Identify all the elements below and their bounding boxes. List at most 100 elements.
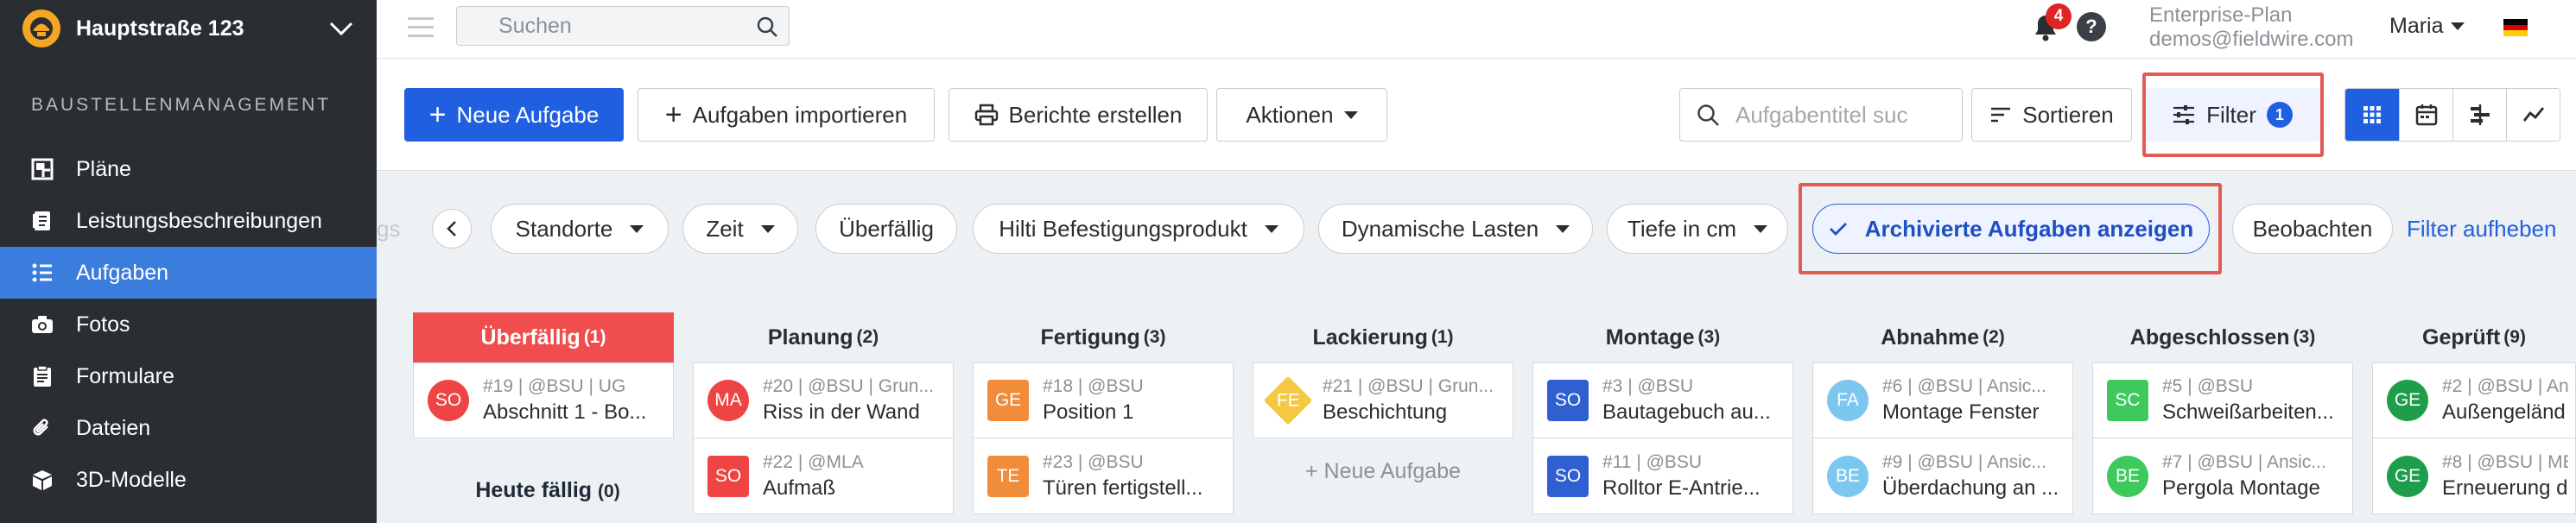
filter-chip-locations[interactable]: Standorte <box>491 204 669 254</box>
sidebar-item-photos[interactable]: Fotos <box>0 299 377 350</box>
project-name: Hauptstraße 123 <box>76 16 244 41</box>
menu-icon[interactable] <box>408 17 434 38</box>
column-header: Planung (2) <box>693 312 954 362</box>
filter-chip-depth[interactable]: Tiefe in cm <box>1607 204 1788 254</box>
task-meta: #7 | @BSU | Ansic... <box>2162 451 2326 472</box>
board-column-assembly: Montage (3) SO #3 | @BSU Bautagebuch au...… <box>1532 312 1793 514</box>
filter-chip-watch[interactable]: Beobachten <box>2232 204 2393 254</box>
plans-icon <box>31 158 54 180</box>
filter-chip-overdue[interactable]: Überfällig <box>815 204 957 254</box>
task-card[interactable]: GE #8 | @BSU | ME Erneuerung d <box>2372 438 2576 514</box>
sidebar-item-tasks[interactable]: Aufgaben <box>0 247 377 299</box>
create-reports-button[interactable]: Berichte erstellen <box>949 88 1208 142</box>
column-count: (9) <box>2503 327 2526 347</box>
chip-label: Zeit <box>706 215 744 242</box>
board-column-coating: Lackierung (1) FE #21 | @BSU | Grun... Bes… <box>1253 312 1513 504</box>
status-pin-icon: MA <box>707 380 749 421</box>
sidebar-item-3d-models[interactable]: 3D-Modelle <box>0 454 377 506</box>
gantt-view-button[interactable] <box>2452 89 2506 141</box>
task-title-search-input[interactable]: Aufgabentitel suc <box>1679 88 1963 142</box>
task-card[interactable]: MA #20 | @BSU | Grun... Riss in der Wand <box>693 362 954 438</box>
column-header: Abnahme (2) <box>1812 312 2073 362</box>
forms-icon <box>34 365 51 387</box>
status-square-icon: SO <box>707 455 749 497</box>
column-title: Lackierung <box>1312 325 1428 350</box>
sidebar-item-label: Dateien <box>76 415 151 440</box>
task-card[interactable]: GE #2 | @BSU | Ans Außengeländ <box>2372 362 2576 438</box>
german-flag-icon[interactable] <box>2503 19 2528 36</box>
task-meta: #20 | @BSU | Grun... <box>763 376 934 396</box>
truncated-chip-text: gs <box>377 216 401 242</box>
project-logo-icon <box>22 9 60 47</box>
task-card[interactable]: SO #22 | @MLA Aufmaß <box>693 438 954 514</box>
board-column-planning: Planung (2) MA #20 | @BSU | Grun... Riss i… <box>693 312 954 514</box>
task-meta: #3 | @BSU <box>1602 376 1693 396</box>
clear-filters-link[interactable]: Filter aufheben <box>2407 216 2556 243</box>
new-task-label: Neue Aufgabe <box>456 101 600 128</box>
status-pin-icon: BE <box>2107 455 2148 497</box>
column-header: Überfällig (1) <box>413 312 674 362</box>
import-tasks-button[interactable]: + Aufgaben importieren <box>638 88 935 142</box>
task-card[interactable]: FA #6 | @BSU | Ansic... Montage Fenster <box>1812 362 2073 438</box>
caret-down-icon <box>760 224 775 233</box>
calendar-view-button[interactable] <box>2399 89 2452 141</box>
task-title: Erneuerung d <box>2442 476 2568 500</box>
board-column-acceptance: Abnahme (2) FA #6 | @BSU | Ansic... Montag… <box>1812 312 2073 514</box>
filter-chip-time[interactable]: Zeit <box>682 204 798 254</box>
column-title: Abgeschlossen <box>2129 325 2290 350</box>
user-menu[interactable]: Maria <box>2389 14 2465 39</box>
caret-down-icon <box>630 224 644 233</box>
status-square-icon: SO <box>1547 380 1589 421</box>
create-reports-label: Berichte erstellen <box>1008 101 1183 128</box>
project-switcher[interactable]: Hauptstraße 123 <box>0 0 377 57</box>
chip-label: Standorte <box>515 215 613 242</box>
add-task-button[interactable]: + Neue Aufgabe <box>1253 438 1513 504</box>
column-title: Abnahme <box>1881 325 1980 350</box>
filter-chip-dynamic-loads[interactable]: Dynamische Lasten <box>1318 204 1593 254</box>
sidebar-item-plans[interactable]: Pläne <box>0 143 377 195</box>
status-pin-icon: GE <box>2387 380 2428 421</box>
paperclip-icon <box>33 419 48 436</box>
task-card[interactable]: SC #5 | @BSU Schweißarbeiten... <box>2092 362 2353 438</box>
board-column-overdue: Überfällig (1) SO #19 | @BSU | UG Abschnit… <box>413 312 674 438</box>
task-card[interactable]: BE #7 | @BSU | Ansic... Pergola Montage <box>2092 438 2353 514</box>
assignee-initials: FA <box>1837 390 1859 410</box>
task-card[interactable]: SO #19 | @BSU | UG Abschnitt 1 - Bo... <box>413 362 674 438</box>
new-task-button[interactable]: + Neue Aufgabe <box>404 88 624 142</box>
sidebar-item-files[interactable]: Dateien <box>0 402 377 454</box>
task-meta: #9 | @BSU | Ansic... <box>1882 451 2046 472</box>
filter-bar: gs Standorte Zeit Überfällig Hilti Befes… <box>377 171 2576 283</box>
task-card[interactable]: SO #11 | @BSU Rolltor E-Antrie... <box>1532 438 1793 514</box>
notification-badge: 4 <box>2046 3 2072 29</box>
task-card[interactable]: TE #23 | @BSU Türen fertigstell... <box>973 438 1234 514</box>
archived-highlight <box>1799 183 2222 274</box>
help-icon[interactable]: ? <box>2077 12 2106 41</box>
task-card[interactable]: SO #3 | @BSU Bautagebuch au... <box>1532 362 1793 438</box>
sidebar-item-forms[interactable]: Formulare <box>0 350 377 402</box>
board-view-button[interactable] <box>2345 89 2399 141</box>
assignee-initials: FE <box>1276 390 1300 410</box>
filter-highlight <box>2142 72 2324 157</box>
caret-down-icon <box>2450 22 2465 30</box>
task-card[interactable]: FE #21 | @BSU | Grun... Beschichtung <box>1253 362 1513 438</box>
task-title: Beschichtung <box>1323 400 1448 424</box>
task-card[interactable]: BE #9 | @BSU | Ansic... Überdachung an ..… <box>1812 438 2073 514</box>
task-card[interactable]: GE #18 | @BSU Position 1 <box>973 362 1234 438</box>
sidebar-item-specs[interactable]: Leistungsbeschreibungen <box>0 195 377 247</box>
assignee-initials: SO <box>435 390 462 410</box>
plus-icon: + <box>664 98 682 131</box>
chevron-down-icon <box>329 22 353 36</box>
chart-view-button[interactable] <box>2506 89 2560 141</box>
task-title: Überdachung an ... <box>1882 476 2059 500</box>
task-meta: #19 | @BSU | UG <box>483 376 626 396</box>
filter-chip-hilti-product[interactable]: Hilti Befestigungsprodukt <box>973 204 1304 254</box>
sort-button[interactable]: Sortieren <box>1971 88 2132 142</box>
column-header: Abgeschlossen (3) <box>2092 312 2353 362</box>
scroll-left-button[interactable] <box>432 209 472 249</box>
global-search-input[interactable]: Suchen <box>456 6 790 46</box>
column-count: (1) <box>1431 327 1454 347</box>
status-pin-icon: FA <box>1827 380 1869 421</box>
actions-dropdown[interactable]: Aktionen <box>1216 88 1387 142</box>
assignee-initials: BE <box>2115 465 2140 486</box>
task-title: Position 1 <box>1043 400 1134 424</box>
